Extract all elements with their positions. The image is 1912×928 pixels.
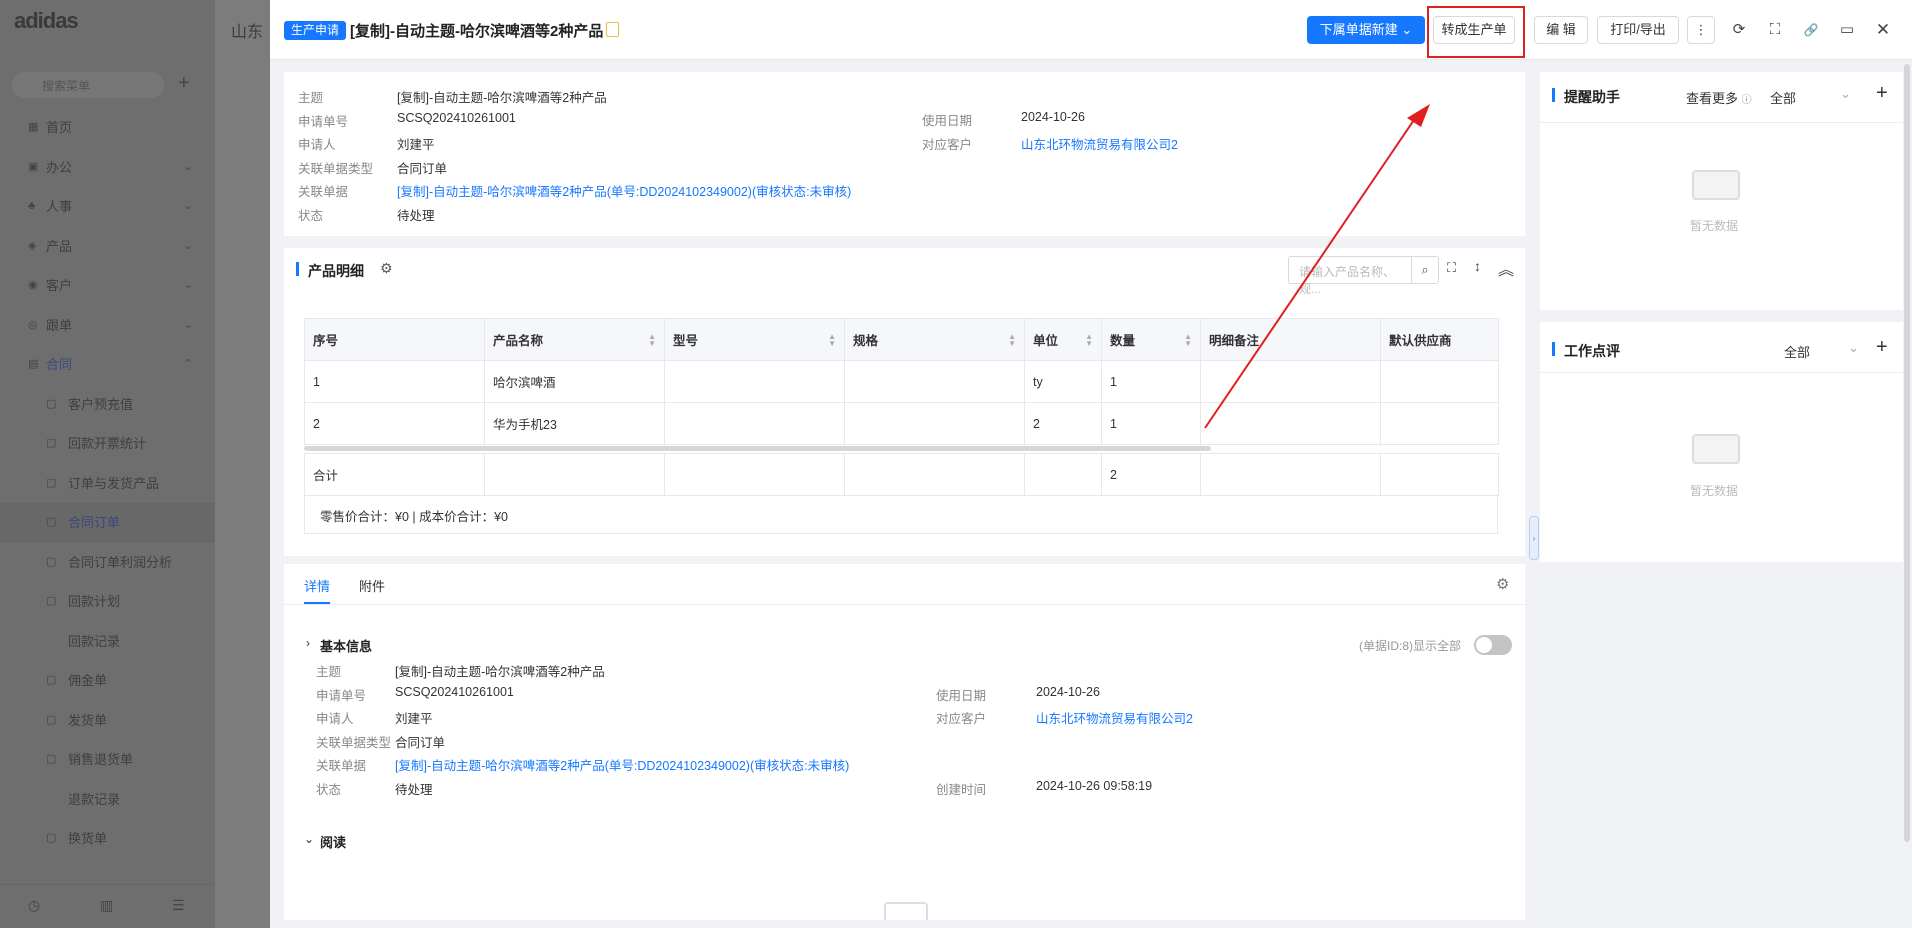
chevron-icon: ⌄ (183, 200, 193, 212)
menu-item-label: 客户 (46, 278, 73, 293)
menu-item-icon: ♣ (28, 200, 36, 212)
menu-item-label: 客户预充值 (68, 396, 134, 412)
menu-item: ♣ 人事 ⌄ (0, 187, 215, 227)
history-icon: ◷ (28, 897, 41, 913)
menu-item-icon: ▢ (46, 397, 57, 410)
menu-item: ▢ 回款开票统计 (0, 424, 215, 464)
menu-item: ◎ 跟单 ⌄ (0, 306, 215, 346)
menu-item-icon: ▢ (46, 674, 57, 686)
menu-item-icon: ▢ (46, 595, 57, 607)
menu-item-label: 发货单 (68, 712, 108, 728)
menu-item-label: 首页 (46, 120, 73, 135)
menu-item-icon: ▢ (46, 753, 57, 765)
menu-item-icon: ▦ (28, 121, 39, 133)
menu-item: ▢ 换货单 (0, 819, 215, 859)
menu-item-label: 换货单 (68, 831, 108, 846)
menu-item-label: 合同订单利润分析 (68, 554, 173, 570)
chevron-icon: ⌄ (183, 279, 193, 291)
menu-item: ▣ 办公 ⌄ (0, 148, 215, 188)
menu-item-label: 回款计划 (68, 594, 121, 609)
background-menu: ▦ 首页 ▣ 办公 ⌄ ♣ 人事 ⌄ ◈ 产品 ⌄ ◉ 客户 ⌄ ◎ 跟单 ⌄ ▤ 合同 ⌃ ▢ 客户预充值 ▢ 回款开票统计… (0, 108, 215, 859)
detail-drawer: 生产申请 [复制]-自动主题-哈尔滨啤酒等2种产品 下属单据新建 ⌄ 转成生产单… (270, 0, 1912, 928)
menu-item-label: 办公 (46, 159, 73, 175)
menu-item-label: 退款记录 (68, 791, 121, 807)
menu-item-label: 回款记录 (68, 633, 121, 649)
menu-item: ▢ 回款计划 (0, 582, 215, 622)
menu-item-label: 订单与发货产品 (68, 475, 160, 491)
sidebar-footer: ◷ ▥ ☰ (0, 884, 215, 928)
menu-item-icon: ◉ (28, 279, 38, 291)
menu-item: ▢ 合同订单 (0, 503, 215, 543)
menu-item-icon: ▣ (28, 160, 39, 173)
menu-item: ▢ 订单与发货产品 (0, 464, 215, 504)
menu-item-icon: ▢ (46, 437, 57, 449)
menu-item-label: 产品 (46, 238, 73, 254)
adidas-logo: adidas (14, 8, 79, 33)
menu-search-input: 搜索菜单 (12, 72, 164, 98)
menu-item-label: 跟单 (46, 317, 73, 333)
menu-item-label: 回款开票统计 (68, 436, 147, 451)
menu-item-icon: ▢ (46, 516, 57, 528)
menu-item-label: 合同订单 (68, 515, 121, 530)
menu-item: ▢ 客户预充值 (0, 385, 215, 425)
menu-item-label: 合同 (46, 357, 73, 372)
menu-item: ▦ 首页 (0, 108, 215, 148)
chevron-icon: ⌄ (183, 239, 193, 252)
background-header: 山东 (231, 24, 264, 41)
menu-item: ◉ 客户 ⌄ (0, 266, 215, 306)
menu-item: ▤ 合同 ⌃ (0, 345, 215, 385)
menu-item-label: 销售退货单 (68, 752, 134, 767)
menu-item: ▢ 佣金单 (0, 661, 215, 701)
menu-item-icon: ▢ (46, 713, 57, 726)
menu-item-icon: ◎ (28, 318, 38, 331)
menu-item-icon: ◈ (28, 239, 37, 252)
menu-item: ▢ 合同订单利润分析 (0, 543, 215, 583)
menu-item-icon: ▢ (46, 476, 57, 489)
collapse-icon: ☰ (172, 897, 185, 913)
menu-item-icon: ▤ (28, 358, 39, 370)
menu-item: ◈ 产品 ⌄ (0, 227, 215, 267)
menu-item-label: 人事 (46, 199, 73, 214)
menu-item: ▢ 销售退货单 (0, 740, 215, 780)
stats-icon: ▥ (100, 897, 114, 913)
menu-item-label: 佣金单 (68, 673, 108, 688)
chevron-icon: ⌄ (183, 318, 193, 331)
chevron-icon: ⌃ (183, 358, 193, 370)
background-app: adidas 搜索菜单 + ▦ 首页 ▣ 办公 ⌄ ♣ 人事 ⌄ ◈ 产品 ⌄ ◉ 客户 ⌄ ◎ 跟单 ⌄ ▤ 合同… (0, 0, 270, 928)
menu-item-icon: ▢ (46, 832, 57, 844)
menu-item: 回款记录 (0, 622, 215, 662)
chevron-icon: ⌄ (183, 160, 193, 173)
menu-item: 退款记录 (0, 780, 215, 820)
menu-item-icon: ▢ (46, 555, 57, 568)
menu-item: ▢ 发货单 (0, 701, 215, 741)
annotation-arrow (1204, 104, 1430, 429)
add-icon: + (178, 72, 190, 94)
